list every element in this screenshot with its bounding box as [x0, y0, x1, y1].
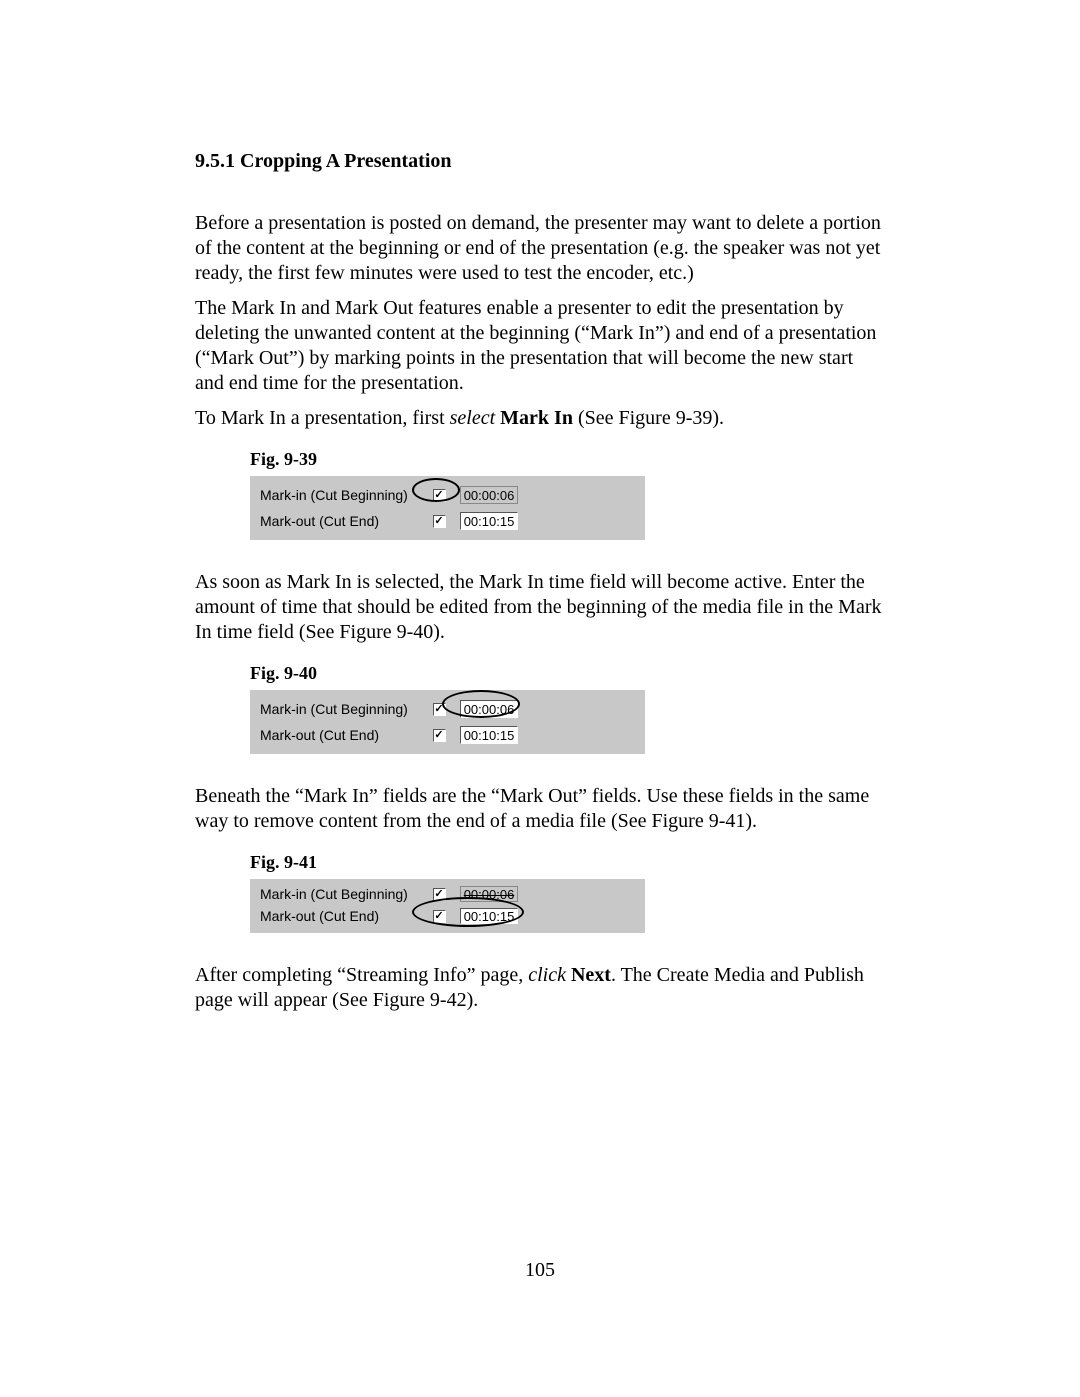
- figure-image: Mark-in (Cut Beginning) ✓ 00:00:06 Mark-…: [250, 879, 645, 933]
- figure-caption: Fig. 9-39: [250, 449, 885, 470]
- figure-caption: Fig. 9-41: [250, 852, 885, 873]
- figure-9-40: Fig. 9-40 Mark-in (Cut Beginning) ✓ 00:0…: [250, 663, 885, 754]
- mark-out-checkbox[interactable]: ✓: [433, 515, 446, 528]
- mark-in-checkbox[interactable]: ✓: [433, 888, 446, 901]
- mark-in-label: Mark-in (Cut Beginning): [260, 701, 430, 717]
- figure-image: Mark-in (Cut Beginning) ✓ 00:00:06 Mark-…: [250, 476, 645, 540]
- text: To Mark In a presentation, first: [195, 407, 450, 429]
- mark-out-time-field[interactable]: 00:10:15: [460, 726, 518, 744]
- mark-in-time-field[interactable]: 00:00:06: [460, 886, 518, 902]
- paragraph-intro: Before a presentation is posted on deman…: [195, 211, 885, 286]
- paragraph-markout: Beneath the “Mark In” fields are the “Ma…: [195, 784, 885, 834]
- mark-in-checkbox[interactable]: ✓: [433, 489, 446, 502]
- mark-in-checkbox[interactable]: ✓: [433, 703, 446, 716]
- mark-out-label: Mark-out (Cut End): [260, 908, 430, 924]
- figure-caption: Fig. 9-40: [250, 663, 885, 684]
- paragraph-next: After completing “Streaming Info” page, …: [195, 963, 885, 1013]
- paragraph-mark-desc: The Mark In and Mark Out features enable…: [195, 296, 885, 396]
- text: (See Figure 9-39).: [573, 407, 724, 429]
- paragraph-mark-in-instr: To Mark In a presentation, first select …: [195, 406, 885, 431]
- mark-in-time-field[interactable]: 00:00:06: [460, 700, 518, 718]
- mark-in-label: Mark-in (Cut Beginning): [260, 886, 430, 902]
- page-number: 105: [0, 1259, 1080, 1282]
- figure-9-39: Fig. 9-39 Mark-in (Cut Beginning) ✓ 00:0…: [250, 449, 885, 540]
- text-next: Next: [571, 964, 611, 986]
- mark-in-time-field[interactable]: 00:00:06: [460, 486, 518, 504]
- mark-out-checkbox[interactable]: ✓: [433, 729, 446, 742]
- figure-image: Mark-in (Cut Beginning) ✓ 00:00:06 Mark-…: [250, 690, 645, 754]
- mark-in-label: Mark-in (Cut Beginning): [260, 487, 430, 503]
- text: After completing “Streaming Info” page,: [195, 964, 528, 986]
- figure-9-41: Fig. 9-41 Mark-in (Cut Beginning) ✓ 00:0…: [250, 852, 885, 933]
- text-click: click: [528, 964, 566, 986]
- mark-out-time-field[interactable]: 00:10:15: [460, 512, 518, 530]
- paragraph-markin-active: As soon as Mark In is selected, the Mark…: [195, 570, 885, 645]
- mark-out-time-field[interactable]: 00:10:15: [460, 908, 518, 924]
- mark-out-label: Mark-out (Cut End): [260, 513, 430, 529]
- text-select: select: [450, 407, 496, 429]
- section-heading: 9.5.1 Cropping A Presentation: [195, 150, 885, 173]
- mark-out-checkbox[interactable]: ✓: [433, 910, 446, 923]
- text-markin: Mark In: [500, 407, 573, 429]
- mark-out-label: Mark-out (Cut End): [260, 727, 430, 743]
